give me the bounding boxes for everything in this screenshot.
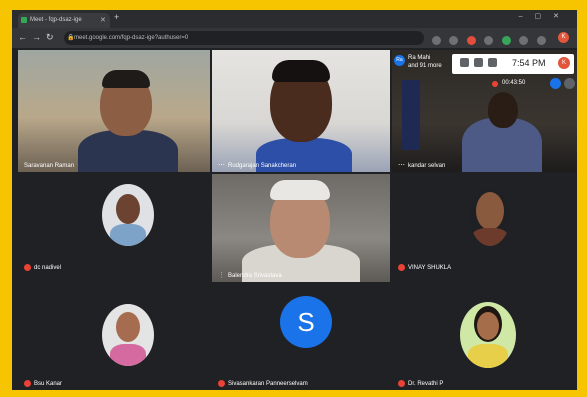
address-toolbar: ← → ↻ 🔒 meet.google.com/fqp-dsaz-ige?aut…: [12, 28, 577, 48]
participant-photo: [477, 312, 499, 340]
participant-tile[interactable]: S Sivasankaran Panneerselvam: [212, 284, 390, 390]
participant-tile[interactable]: dc nadivel: [18, 174, 210, 274]
recording-dot-icon: [492, 81, 498, 87]
participant-tile[interactable]: Saravanan Raman: [18, 50, 210, 172]
participant-photo: [470, 188, 510, 246]
meeting-control-icon[interactable]: [550, 78, 561, 89]
url-text: meet.google.com/fqp-dsaz-ige?authuser=0: [74, 35, 189, 41]
meeting-control-icon[interactable]: [564, 78, 575, 89]
browser-window: Meet - fqp-dsaz-ige ✕ + –▢✕ ← → ↻ 🔒 meet…: [12, 10, 577, 390]
participants-summary[interactable]: Ra Mahi and 91 more: [408, 54, 442, 70]
mic-off-icon: [24, 379, 31, 387]
participant-name: ⋯ Rudgarajan Sanakcheran: [218, 162, 297, 169]
participant-tile[interactable]: Dr. Revathi P: [392, 284, 577, 390]
participant-name: Dr. Revathi P: [398, 379, 443, 387]
participants-line1: Ra Mahi: [408, 55, 431, 61]
participant-name: dc nadivel: [24, 263, 61, 271]
participant-name: Saravanan Raman: [24, 163, 75, 169]
clock: 7:54 PM: [512, 58, 546, 68]
participant-photo: [116, 312, 140, 342]
participant-tile[interactable]: VINAY SHUKLA: [392, 174, 577, 274]
new-tab-icon[interactable]: +: [114, 12, 119, 22]
participant-photo: [476, 192, 504, 230]
puzzle-icon[interactable]: [536, 36, 546, 45]
participant-video: [488, 92, 518, 128]
bookmark-star-icon[interactable]: [432, 36, 441, 45]
participant-name: VINAY SHUKLA: [398, 263, 451, 271]
extension-icon[interactable]: [519, 36, 529, 45]
record-extension-icon[interactable]: [466, 36, 476, 45]
window-controls[interactable]: –▢✕: [519, 12, 571, 20]
participant-name: ⋮ Balendra Srivastava: [218, 272, 282, 279]
mic-off-icon: [398, 263, 405, 271]
mic-off-icon: [398, 379, 405, 387]
browser-tab[interactable]: Meet - fqp-dsaz-ige ✕: [18, 13, 110, 28]
mic-off-icon: [218, 379, 225, 387]
meet-top-bar: Ra Ra Mahi and 91 more 7:54 PM K 00:43:5…: [392, 54, 577, 89]
calendar-icon[interactable]: [460, 58, 469, 67]
participant-video: [272, 60, 330, 82]
participant-photo: [102, 304, 154, 366]
participant-name: Sivasankaran Panneerselvam: [218, 379, 308, 387]
close-tab-icon[interactable]: ✕: [100, 13, 106, 28]
info-icon[interactable]: [474, 58, 483, 67]
extension-icon[interactable]: [501, 36, 511, 45]
participant-photo: [110, 224, 146, 246]
profile-avatar[interactable]: K: [558, 32, 569, 43]
chat-icon[interactable]: [488, 58, 497, 67]
participant-photo: [102, 184, 154, 246]
participants-line2: and 91 more: [408, 63, 442, 69]
extension-icons: [432, 32, 550, 45]
participant-video: [102, 70, 150, 88]
user-avatar[interactable]: K: [558, 57, 570, 69]
participant-video: [402, 80, 420, 150]
participant-tile[interactable]: ⋮ Balendra Srivastava: [212, 174, 390, 282]
participant-name: Bsu Kanar: [24, 379, 62, 387]
meet-favicon-icon: [21, 17, 27, 23]
participant-photo: [472, 228, 508, 246]
reload-icon[interactable]: ↻: [46, 32, 54, 43]
people-icon[interactable]: Ra: [394, 55, 405, 66]
participant-photo: [110, 344, 146, 366]
meeting-timer: 00:43:50: [502, 80, 526, 86]
participant-letter-avatar: S: [280, 296, 332, 348]
tab-bar: Meet - fqp-dsaz-ige ✕ + –▢✕: [12, 10, 577, 28]
participant-photo: [468, 344, 508, 368]
extension-icon[interactable]: [449, 36, 459, 45]
back-icon[interactable]: ←: [18, 32, 27, 42]
participant-photo: [116, 194, 140, 224]
meet-toolbar: 7:54 PM K: [452, 54, 574, 74]
photo-frame: Meet - fqp-dsaz-ige ✕ + –▢✕ ← → ↻ 🔒 meet…: [0, 0, 587, 397]
extension-icon[interactable]: [484, 36, 494, 45]
forward-icon[interactable]: →: [32, 32, 41, 42]
participant-name: ⋯ kandar selvan: [398, 162, 446, 169]
participant-tile[interactable]: ⋯ Rudgarajan Sanakcheran: [212, 50, 390, 172]
tab-title: Meet - fqp-dsaz-ige: [30, 17, 82, 23]
meet-grid: Saravanan Raman ⋯ Rudgarajan Sanakcheran …: [12, 48, 577, 390]
lock-icon: 🔒: [67, 35, 75, 41]
url-field[interactable]: 🔒 meet.google.com/fqp-dsaz-ige?authuser=…: [64, 31, 424, 45]
participant-video: [78, 130, 178, 172]
participant-tile[interactable]: Bsu Kanar: [18, 284, 210, 390]
participant-photo: [460, 302, 516, 368]
mic-off-icon: [24, 263, 31, 271]
participant-video: [270, 180, 330, 200]
